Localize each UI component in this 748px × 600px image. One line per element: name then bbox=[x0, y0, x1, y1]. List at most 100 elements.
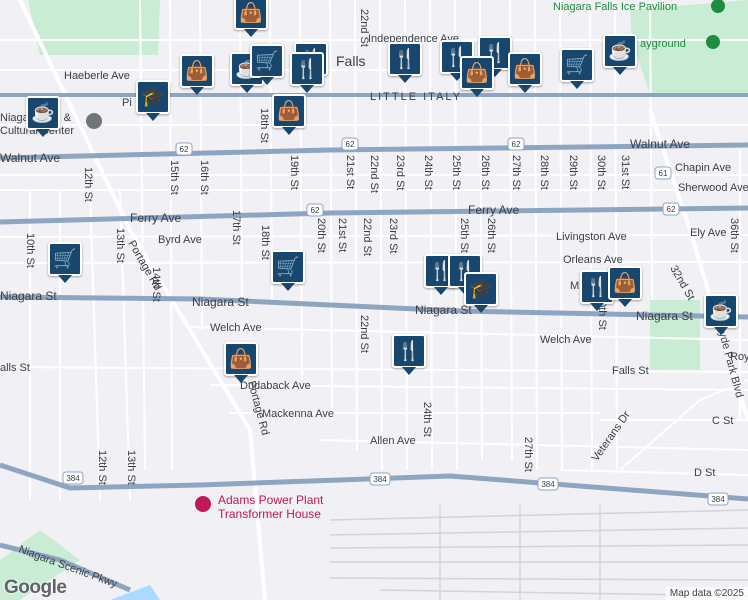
niagara-st-label: Niagara St bbox=[0, 289, 57, 303]
power-plant-label: Transformer House bbox=[218, 507, 321, 521]
route-shield: 62 bbox=[175, 142, 193, 156]
map-canvas[interactable]: 62 62 62 62 62 61 384 384 384 384 Walnut… bbox=[0, 0, 748, 600]
shopping-cart-marker[interactable]: 🛒 bbox=[48, 242, 82, 283]
falls-st-label: Falls St bbox=[612, 365, 649, 377]
street-label: 23rd St bbox=[394, 155, 406, 190]
street-label: 24th St bbox=[422, 155, 434, 190]
school-marker[interactable]: 🎓 bbox=[464, 272, 498, 313]
street-label: 30th St bbox=[595, 155, 607, 190]
shopping-cart-marker[interactable]: 🛒 bbox=[271, 250, 305, 291]
shopping-bag-marker[interactable]: 👜 bbox=[224, 342, 258, 383]
street-label: 26th St bbox=[485, 218, 497, 253]
shopping-bag-icon: 👜 bbox=[185, 60, 209, 82]
svg-text:384: 384 bbox=[66, 474, 80, 483]
route-shield: 384 bbox=[707, 492, 729, 506]
restaurant-marker[interactable]: 🍴 bbox=[388, 42, 422, 83]
route-shield: 61 bbox=[654, 166, 672, 180]
museum-icon[interactable] bbox=[86, 113, 102, 129]
svg-text:62: 62 bbox=[346, 140, 355, 149]
school-icon: 🎓 bbox=[469, 278, 493, 300]
street-label: 22nd St bbox=[358, 315, 370, 353]
shopping-bag-marker[interactable]: 👜 bbox=[180, 54, 214, 95]
shopping-cart-icon: 🛒 bbox=[565, 54, 589, 76]
orleans-ave-label: Orleans Ave bbox=[563, 254, 623, 266]
coffee-marker[interactable]: ☕ bbox=[603, 34, 637, 75]
restaurant-marker[interactable]: 🍴 bbox=[290, 52, 324, 93]
street-label: 13th St bbox=[125, 450, 137, 485]
landmark-icon[interactable] bbox=[195, 496, 211, 512]
shopping-bag-marker[interactable]: 👜 bbox=[272, 94, 306, 135]
restaurant-marker[interactable]: 🍴 bbox=[392, 334, 426, 375]
falls-st-label: alls St bbox=[0, 362, 30, 374]
school-icon: 🎓 bbox=[141, 86, 165, 108]
welch-ave-label: Welch Ave bbox=[210, 322, 262, 334]
city-label: Falls bbox=[336, 53, 366, 69]
shopping-bag-marker[interactable]: 👜 bbox=[234, 0, 268, 37]
street-label: 22nd St bbox=[368, 155, 380, 193]
shopping-cart-icon: 🛒 bbox=[276, 256, 300, 278]
c-st-label: C St bbox=[712, 415, 733, 427]
park-tree-icon[interactable] bbox=[706, 35, 720, 49]
shopping-bag-marker[interactable]: 👜 bbox=[508, 52, 542, 93]
shopping-bag-icon: 👜 bbox=[513, 58, 537, 80]
street-label: 25th St bbox=[450, 155, 462, 190]
livingston-ave-label: Livingston Ave bbox=[556, 231, 627, 243]
restaurant-icon: 🍴 bbox=[393, 48, 417, 70]
svg-text:384: 384 bbox=[711, 495, 725, 504]
ely-ave-label: Ely Ave bbox=[690, 227, 727, 239]
sherwood-ave-label: Sherwood Ave bbox=[678, 182, 748, 194]
neighborhood-label: LITTLE ITALY bbox=[370, 91, 462, 103]
street-label: 20th St bbox=[315, 218, 327, 253]
d-st-label: D St bbox=[694, 467, 715, 479]
svg-text:62: 62 bbox=[180, 145, 189, 154]
coffee-marker[interactable]: ☕ bbox=[704, 294, 738, 335]
shopping-cart-marker[interactable]: 🛒 bbox=[250, 44, 284, 85]
street-label: 31st St bbox=[619, 155, 631, 189]
restaurant-icon: 🍴 bbox=[585, 276, 609, 298]
street-label: 27th St bbox=[522, 437, 534, 472]
route-shield: 62 bbox=[306, 203, 324, 217]
shopping-bag-icon: 👜 bbox=[613, 272, 637, 294]
niagara-st-label: Niagara St bbox=[192, 295, 249, 309]
coffee-icon: ☕ bbox=[709, 300, 733, 322]
street-label: 25th St bbox=[458, 218, 470, 253]
street-label: 22nd St bbox=[361, 218, 373, 256]
ferry-ave-label: Ferry Ave bbox=[130, 211, 181, 225]
svg-text:61: 61 bbox=[659, 169, 668, 178]
walnut-ave-label: Walnut Ave bbox=[0, 151, 60, 165]
school-marker[interactable]: 🎓 bbox=[136, 80, 170, 121]
shopping-cart-icon: 🛒 bbox=[53, 248, 77, 270]
google-logo: Google bbox=[4, 577, 67, 598]
restaurant-icon: 🍴 bbox=[397, 340, 421, 362]
street-label: 16th St bbox=[198, 160, 210, 195]
street-label: 19th St bbox=[288, 155, 300, 190]
shopping-bag-icon: 👜 bbox=[229, 348, 253, 370]
shopping-bag-marker[interactable]: 👜 bbox=[460, 56, 494, 97]
shopping-bag-icon: 👜 bbox=[465, 62, 489, 84]
street-label: 18th St bbox=[259, 225, 271, 260]
street-label: 29th St bbox=[567, 155, 579, 190]
shopping-cart-icon: 🛒 bbox=[255, 50, 279, 72]
street-label: 28th St bbox=[538, 155, 550, 190]
ferry-ave-label: Ferry Ave bbox=[468, 203, 519, 217]
shopping-cart-marker[interactable]: 🛒 bbox=[560, 48, 594, 89]
map-attribution[interactable]: Map data ©2025 bbox=[665, 587, 748, 600]
route-shield: 62 bbox=[507, 137, 525, 151]
svg-text:62: 62 bbox=[512, 140, 521, 149]
haeberle-ave-label: Haeberle Ave bbox=[64, 70, 130, 82]
niagara-st-label: Niagara St bbox=[415, 303, 472, 317]
street-label: 22nd St bbox=[358, 9, 370, 47]
route-shield: 384 bbox=[537, 477, 559, 491]
allen-ave-label: Allen Ave bbox=[370, 435, 416, 447]
ice-pavilion-label: Niagara Falls Ice Pavilion bbox=[553, 1, 677, 13]
coffee-icon: ☕ bbox=[608, 40, 632, 62]
street-label: 12th St bbox=[96, 450, 108, 485]
route-shield: 384 bbox=[62, 471, 84, 485]
svg-text:384: 384 bbox=[373, 475, 387, 484]
welch-ave-label: Welch Ave bbox=[540, 334, 592, 346]
playground-label: ayground bbox=[640, 38, 686, 50]
byrd-ave-label: Byrd Ave bbox=[158, 234, 202, 246]
coffee-marker[interactable]: ☕ bbox=[26, 96, 60, 137]
restaurant-icon: 🍴 bbox=[295, 58, 319, 80]
shopping-bag-marker[interactable]: 👜 bbox=[608, 266, 642, 307]
